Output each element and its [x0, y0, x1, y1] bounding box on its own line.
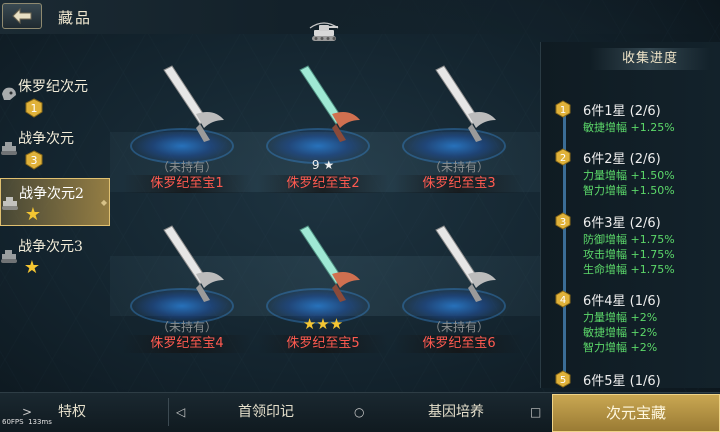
sidebar-item-label: 战争次元2 — [19, 186, 84, 202]
item-name: 侏罗纪至宝2 — [258, 175, 388, 193]
progress-group: 5 6件5星 (1/6) — [555, 370, 715, 390]
collection-item[interactable]: （未持有） 侏罗纪至宝1 — [122, 58, 252, 203]
stat-line: 力量增幅 +1.50% — [583, 169, 675, 182]
sword-icon — [299, 65, 360, 142]
tab-privileges[interactable]: 特权 — [58, 392, 86, 432]
back-button[interactable] — [2, 3, 42, 29]
sidebar-item-label: 战争次元3 — [18, 239, 83, 255]
collection-item[interactable]: 9 ★ 侏罗纪至宝2 — [258, 58, 388, 203]
level-badge-icon: 3 — [25, 150, 43, 170]
item-status: （未持有） — [428, 160, 489, 174]
tier-badge-icon: 1 — [555, 100, 571, 118]
stat-line: 力量增幅 +2% — [583, 311, 658, 324]
item-name: 侏罗纪至宝3 — [394, 175, 524, 193]
tier-stats: 敏捷增幅 +1.25% — [583, 120, 675, 135]
sword-icon — [435, 225, 496, 302]
item-name: 侏罗纪至宝4 — [122, 335, 252, 353]
back-arrow-icon — [12, 7, 32, 25]
badge-number: 3 — [31, 154, 38, 167]
stat-line: 防御增幅 +1.75% — [583, 233, 675, 246]
sword-icon — [299, 225, 360, 302]
progress-group: 1 6件1星 (2/6) 敏捷增幅 +1.25% — [555, 100, 715, 140]
item-star-level: 9 ★ — [311, 158, 335, 172]
sidebar-item-war[interactable]: 战争次元 3 — [0, 124, 110, 172]
stat-line: 智力增幅 +1.50% — [583, 184, 675, 197]
stat-line: 攻击增幅 +1.75% — [583, 248, 675, 261]
square-icon[interactable]: □ — [530, 392, 541, 432]
stat-line: 智力增幅 +2% — [583, 341, 658, 354]
tier-stats: 防御增幅 +1.75% 攻击增幅 +1.75% 生命增幅 +1.75% — [583, 232, 675, 277]
stat-line: 敏捷增幅 +1.25% — [583, 121, 675, 134]
progress-group: 2 6件2星 (2/6) 力量增幅 +1.50% 智力增幅 +1.50% — [555, 148, 715, 204]
item-name: 侏罗纪至宝6 — [394, 335, 524, 353]
tank-icon — [1, 142, 17, 155]
item-star-level: ★★★ — [302, 315, 344, 333]
item-status: （未持有） — [428, 320, 489, 334]
tank-icon — [2, 197, 18, 210]
star-badge-icon: ★ — [24, 204, 42, 225]
badge-number: 1 — [31, 102, 38, 115]
sword-icon — [163, 65, 224, 142]
progress-title: 收集进度 — [590, 48, 710, 70]
tab-boss-mark[interactable]: 首领印记 — [238, 392, 294, 432]
item-status: （未持有） — [156, 160, 217, 174]
collection-item[interactable]: （未持有） 侏罗纪至宝6 — [394, 218, 524, 363]
triangle-left-icon[interactable]: ◁ — [176, 392, 185, 432]
tier-heading: 6件3星 (2/6) — [583, 216, 661, 231]
sidebar-item-jurassic[interactable]: 侏罗纪次元 1 — [0, 72, 110, 120]
sword-icon — [435, 65, 496, 142]
circle-icon[interactable]: ○ — [354, 392, 364, 432]
sidebar-item-war-2[interactable]: 战争次元2 ★ ◆ — [0, 178, 110, 226]
page-title: 藏品 — [58, 9, 93, 27]
collection-item[interactable]: ★★★ 侏罗纪至宝5 — [258, 218, 388, 363]
tank-emblem-icon — [309, 22, 339, 41]
star-badge-icon: ★ — [23, 257, 41, 278]
selected-indicator-icon: ◆ — [100, 198, 107, 207]
top-bar — [0, 0, 720, 34]
sidebar-item-label: 侏罗纪次元 — [18, 79, 88, 95]
item-name: 侏罗纪至宝5 — [258, 335, 388, 353]
dimension-sidebar: 侏罗纪次元 1 战争次元 3 战争次元2 ★ ◆ 战争次元3 ★ — [0, 62, 110, 292]
svg-text:4: 4 — [560, 295, 566, 306]
level-badge-icon: 1 — [25, 98, 43, 118]
sidebar-item-war-3[interactable]: 战争次元3 ★ — [0, 232, 110, 280]
tier-badge-icon: 4 — [555, 290, 571, 308]
fps-value: 60FPS — [2, 418, 24, 426]
tier-stats: 力量增幅 +2% 敏捷增幅 +2% 智力增幅 +2% — [583, 310, 657, 355]
tab-divider — [168, 398, 169, 426]
tier-stats: 力量增幅 +1.50% 智力增幅 +1.50% — [583, 168, 675, 198]
stat-line: 生命增幅 +1.75% — [583, 263, 675, 276]
tier-badge-icon: 3 — [555, 212, 571, 230]
chevron-right-icon[interactable]: > — [22, 392, 32, 432]
item-status: （未持有） — [156, 320, 217, 334]
fps-counter: 60FPS 133ms — [2, 418, 52, 426]
stat-line: 敏捷增幅 +2% — [583, 326, 658, 339]
collection-item[interactable]: （未持有） 侏罗纪至宝3 — [394, 58, 524, 203]
dinosaur-skull-icon — [2, 87, 16, 100]
tier-heading: 6件2星 (2/6) — [583, 152, 661, 167]
tier-badge-icon: 5 — [555, 370, 571, 388]
tier-badge-icon: 2 — [555, 148, 571, 166]
progress-group: 4 6件4星 (1/6) 力量增幅 +2% 敏捷增幅 +2% 智力增幅 +2% — [555, 290, 715, 360]
collection-item[interactable]: （未持有） 侏罗纪至宝4 — [122, 218, 252, 363]
sidebar-item-label: 战争次元 — [18, 131, 74, 147]
tank-icon — [1, 250, 17, 263]
tier-heading: 6件1星 (2/6) — [583, 104, 661, 119]
sword-icon — [163, 225, 224, 302]
tier-heading: 6件5星 (1/6) — [583, 374, 661, 389]
progress-group: 3 6件3星 (2/6) 防御增幅 +1.75% 攻击增幅 +1.75% 生命增… — [555, 212, 715, 282]
svg-text:5: 5 — [560, 375, 566, 386]
tab-dimension-treasure[interactable]: 次元宝藏 — [552, 394, 720, 432]
svg-text:1: 1 — [560, 105, 566, 116]
svg-text:3: 3 — [560, 217, 566, 228]
item-name: 侏罗纪至宝1 — [122, 175, 252, 193]
svg-text:2: 2 — [560, 153, 566, 164]
tier-heading: 6件4星 (1/6) — [583, 294, 661, 309]
frame-time: 133ms — [28, 418, 52, 426]
tab-gene-cultivation[interactable]: 基因培养 — [428, 392, 484, 432]
